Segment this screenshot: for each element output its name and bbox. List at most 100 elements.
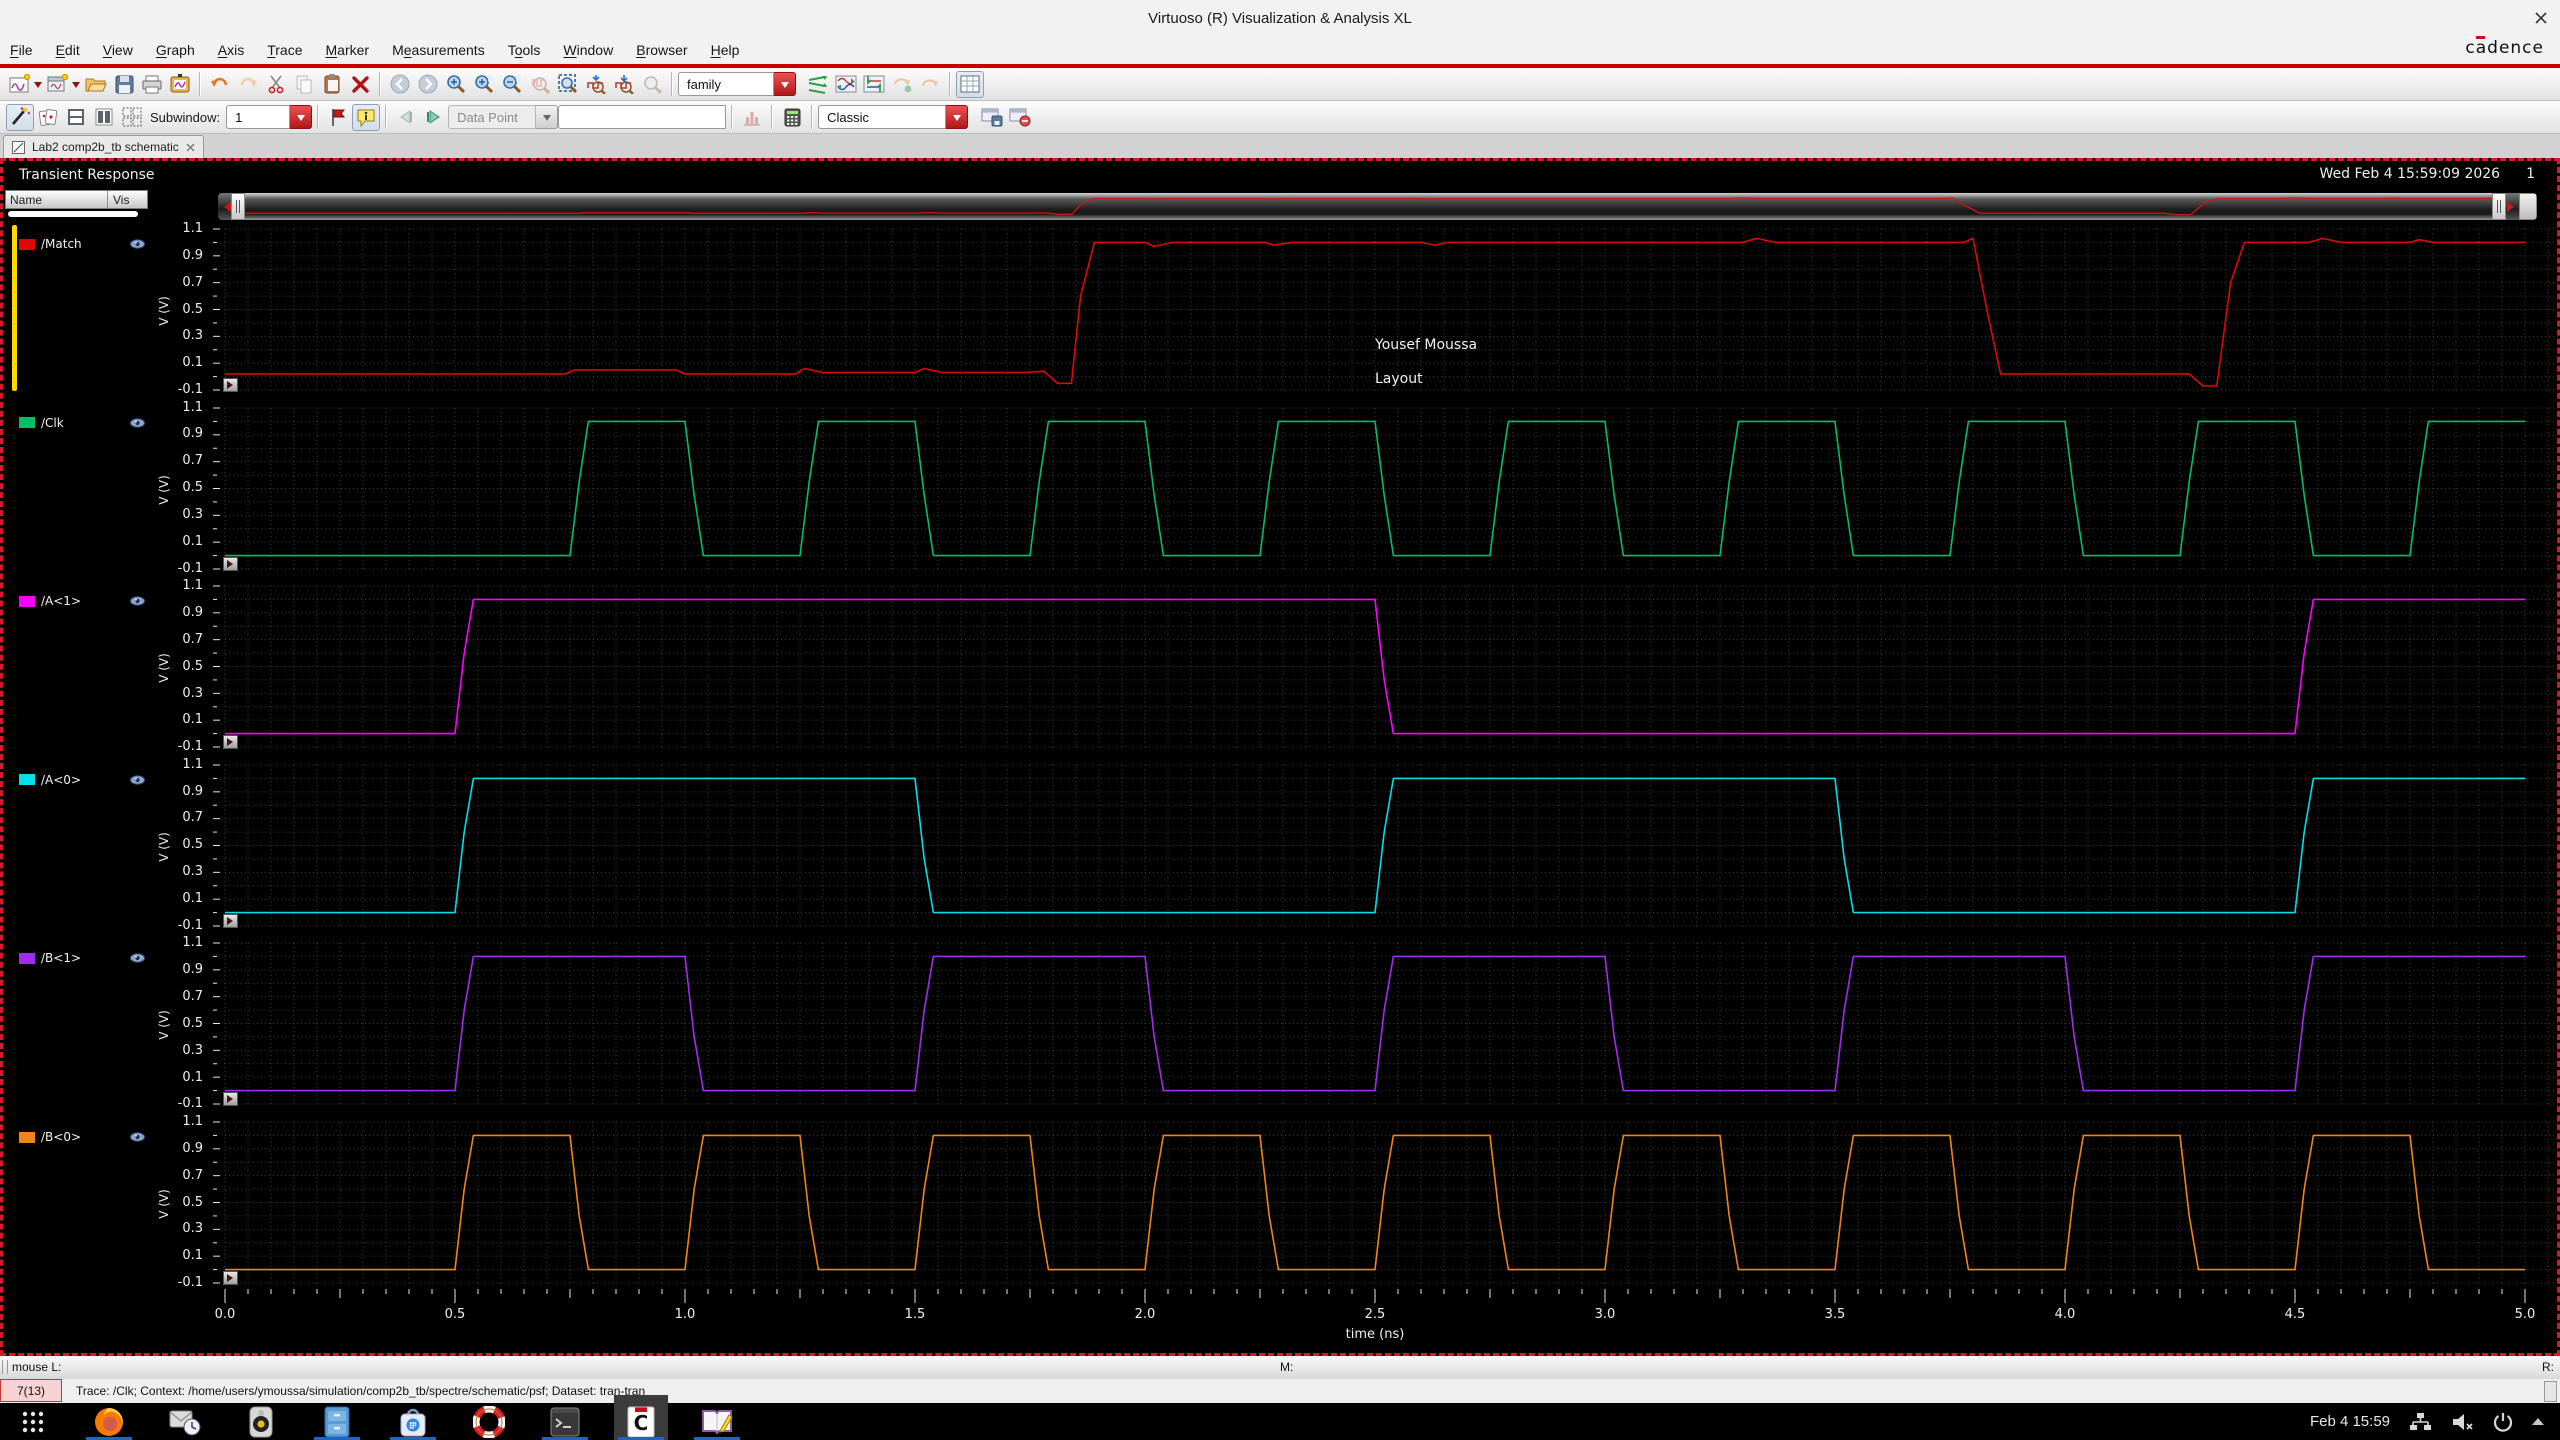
open-button[interactable] — [82, 71, 110, 98]
signal-name[interactable]: /A<1> — [41, 594, 124, 608]
zoom-fit-button[interactable] — [638, 71, 666, 98]
new-subwindow-dropdown[interactable] — [72, 82, 80, 92]
strip-marker-button[interactable] — [223, 735, 238, 749]
copy-button[interactable] — [290, 71, 318, 98]
taskbar-help[interactable] — [472, 1405, 506, 1439]
menu-graph[interactable]: Graph — [156, 42, 195, 58]
value-field[interactable] — [558, 105, 726, 129]
delete-button[interactable] — [346, 71, 374, 98]
pan-left-arrow[interactable] — [218, 193, 231, 220]
visibility-eye-icon[interactable] — [130, 596, 145, 606]
annotation-text[interactable]: Layout — [1375, 371, 1423, 387]
calculator-button[interactable] — [778, 104, 806, 131]
taskbar-clock[interactable]: Feb 4 15:59 — [2310, 1413, 2390, 1430]
zoom-in-x2-button[interactable] — [470, 71, 498, 98]
taskbar-terminal[interactable] — [548, 1405, 582, 1439]
stack-traces-button[interactable] — [860, 71, 888, 98]
new-subwindow-button[interactable] — [44, 71, 72, 98]
zoom-y-out-button[interactable] — [610, 71, 638, 98]
waveform-plot[interactable] — [213, 406, 2559, 571]
column-vis[interactable]: Vis — [108, 193, 129, 207]
family-combo-button[interactable] — [774, 72, 796, 96]
layout-rows-button[interactable] — [62, 104, 90, 131]
menu-window[interactable]: Window — [563, 42, 613, 58]
menu-marker[interactable]: Marker — [326, 42, 370, 58]
zoom-in-button[interactable] — [442, 71, 470, 98]
menu-view[interactable]: View — [103, 42, 133, 58]
signal-row-clk[interactable]: /Clk — [19, 414, 145, 432]
histogram-button[interactable] — [738, 104, 766, 131]
save-button[interactable] — [110, 71, 138, 98]
waveform-plot[interactable] — [213, 1120, 2559, 1285]
print-button[interactable] — [138, 71, 166, 98]
strip-marker-button[interactable] — [223, 378, 238, 392]
signal-row-b0[interactable]: /B<0> — [19, 1128, 145, 1146]
signal-name[interactable]: /B<1> — [41, 951, 124, 965]
visibility-eye-icon[interactable] — [130, 418, 145, 428]
strip-marker-button[interactable] — [223, 1271, 238, 1285]
style-combo[interactable]: Classic — [818, 105, 946, 129]
taskbar-media[interactable] — [244, 1405, 278, 1439]
zoom-y-in-button[interactable] — [582, 71, 610, 98]
volume-muted-icon[interactable] — [2450, 1411, 2474, 1433]
zoom-out-x2-button[interactable] — [498, 71, 526, 98]
horizontal-pan-bar[interactable] — [218, 193, 2537, 220]
strip-marker-button[interactable] — [223, 1092, 238, 1106]
status-scrollbar[interactable] — [2544, 1381, 2557, 1402]
style-combo-button[interactable] — [946, 105, 968, 129]
zoom-waveform-button[interactable] — [526, 71, 554, 98]
subwindow-spinner-button[interactable] — [290, 105, 312, 129]
flag-button[interactable] — [324, 104, 352, 131]
new-window-from-button[interactable] — [888, 71, 916, 98]
close-window-button[interactable] — [2532, 9, 2550, 27]
signal-row-b1[interactable]: /B<1> — [19, 949, 145, 967]
network-icon[interactable] — [2408, 1411, 2432, 1433]
next-point-button[interactable] — [420, 104, 448, 131]
app-grid-button[interactable] — [16, 1405, 50, 1439]
menu-help[interactable]: Help — [711, 42, 740, 58]
redo-button[interactable] — [234, 71, 262, 98]
pan-right-handle[interactable] — [2492, 193, 2506, 220]
menu-file[interactable]: File — [10, 42, 33, 58]
menu-axis[interactable]: Axis — [218, 42, 244, 58]
visibility-eye-icon[interactable] — [130, 775, 145, 785]
zoom-box-button[interactable] — [554, 71, 582, 98]
pan-right-arrow[interactable] — [2506, 193, 2519, 220]
pan-track[interactable] — [245, 193, 2492, 220]
paste-button[interactable] — [318, 71, 346, 98]
new-graph-button[interactable] — [6, 71, 34, 98]
subwindow-spinner[interactable]: 1 — [226, 105, 290, 129]
signal-row-match[interactable]: /Match — [19, 235, 145, 253]
save-workspace-button[interactable] — [978, 104, 1006, 131]
annotation-text[interactable]: Yousef Moussa — [1375, 337, 1477, 353]
column-name[interactable]: Name — [6, 191, 108, 208]
tab-close-icon[interactable] — [186, 143, 195, 152]
waveform-plot[interactable] — [213, 227, 2559, 392]
taskbar-docs[interactable] — [700, 1405, 734, 1439]
menu-browser[interactable]: Browser — [636, 42, 687, 58]
cut-button[interactable] — [262, 71, 290, 98]
signal-name[interactable]: /Clk — [41, 416, 124, 430]
menu-tools[interactable]: Tools — [508, 42, 541, 58]
tray-expand-icon[interactable] — [2532, 1412, 2544, 1425]
label-balloon-button[interactable] — [352, 104, 380, 131]
menu-trace[interactable]: Trace — [267, 42, 302, 58]
tab-lab2-comp2b-tb-schematic[interactable]: Lab2 comp2b_tb schematic — [3, 135, 204, 158]
cards-button[interactable] — [34, 104, 62, 131]
taskbar-mail[interactable] — [168, 1405, 202, 1439]
new-graph-dropdown[interactable] — [34, 82, 42, 92]
signal-row-a1[interactable]: /A<1> — [19, 592, 145, 610]
layout-columns-button[interactable] — [90, 104, 118, 131]
show-table-button[interactable] — [956, 71, 984, 98]
family-combo[interactable]: family — [678, 72, 774, 96]
prev-point-button[interactable] — [392, 104, 420, 131]
name-panel-scrollbar[interactable] — [8, 211, 138, 217]
signal-name[interactable]: /A<0> — [41, 773, 124, 787]
menu-measurements[interactable]: Measurements — [392, 42, 485, 58]
pan-left-handle[interactable] — [231, 193, 245, 220]
pan-end-cap[interactable] — [2519, 193, 2537, 220]
visibility-eye-icon[interactable] — [130, 1132, 145, 1142]
taskbar-files[interactable] — [320, 1405, 354, 1439]
waveform-plot[interactable] — [213, 941, 2559, 1106]
snapshot-button[interactable] — [166, 71, 194, 98]
